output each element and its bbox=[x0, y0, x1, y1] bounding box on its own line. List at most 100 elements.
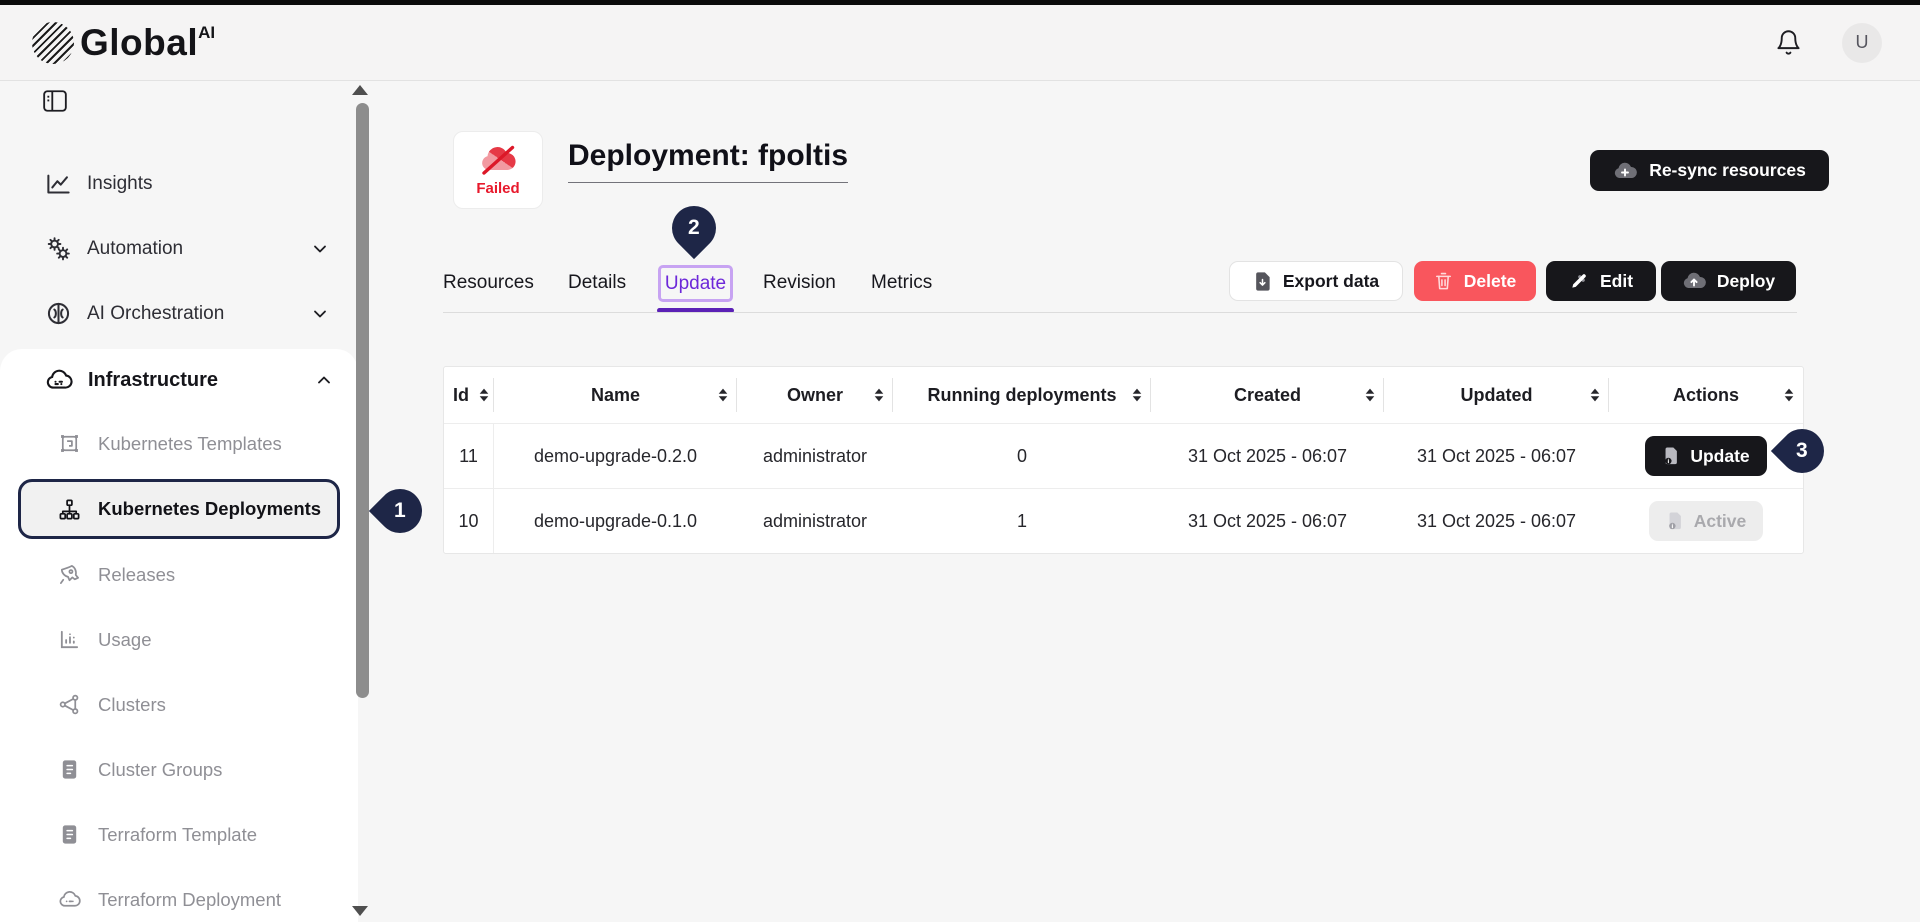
pen-icon bbox=[1569, 271, 1589, 291]
cloud-off-icon bbox=[478, 143, 518, 177]
tab-metrics[interactable]: Metrics bbox=[871, 272, 932, 294]
tabs-divider bbox=[443, 312, 1797, 313]
deployment-hierarchy-icon bbox=[58, 498, 81, 521]
sort-icon[interactable] bbox=[478, 388, 490, 403]
row-update-button[interactable]: Update bbox=[1645, 436, 1766, 476]
brain-icon bbox=[45, 300, 72, 327]
brand-logo-icon bbox=[32, 22, 74, 64]
table-row: 11 demo-upgrade-0.2.0 administrator 0 31… bbox=[444, 423, 1803, 488]
column-header-id: Id bbox=[444, 367, 494, 423]
file-info-icon bbox=[1666, 511, 1683, 531]
rocket-icon bbox=[58, 563, 81, 586]
sidebar-item-label: Terraform Template bbox=[98, 824, 257, 846]
column-header-name: Name bbox=[494, 367, 737, 423]
sidebar-item-label: Kubernetes Deployments bbox=[98, 498, 321, 520]
status-badge-label: Failed bbox=[476, 180, 519, 197]
tab-resources[interactable]: Resources bbox=[443, 272, 534, 294]
resync-resources-button[interactable]: Re-sync resources bbox=[1590, 150, 1829, 191]
cell-actions: Update bbox=[1609, 424, 1803, 488]
row-active-button[interactable]: Active bbox=[1649, 501, 1764, 541]
resync-resources-label: Re-sync resources bbox=[1649, 160, 1806, 181]
chart-line-icon bbox=[45, 170, 72, 197]
gears-icon bbox=[45, 235, 72, 262]
tab-revision[interactable]: Revision bbox=[763, 272, 836, 294]
annotation-step-1: 1 bbox=[369, 480, 431, 542]
deploy-button[interactable]: Deploy bbox=[1661, 261, 1796, 301]
sidebar-item-label: Automation bbox=[87, 238, 183, 260]
cloud-icon bbox=[45, 366, 73, 394]
sidebar-toggle-icon[interactable] bbox=[42, 89, 68, 113]
chevron-down-icon bbox=[310, 304, 330, 324]
sidebar-item-kubernetes-templates[interactable]: Kubernetes Templates bbox=[0, 411, 358, 476]
notebook-icon bbox=[58, 823, 81, 846]
chevron-down-icon bbox=[310, 239, 330, 259]
notebook-icon bbox=[58, 758, 81, 781]
sidebar-item-clusters[interactable]: Clusters bbox=[0, 672, 358, 737]
cell-running-deployments: 0 bbox=[893, 424, 1151, 488]
sort-icon[interactable] bbox=[1364, 388, 1376, 403]
cell-created: 31 Oct 2025 - 06:07 bbox=[1151, 489, 1384, 553]
cell-created: 31 Oct 2025 - 06:07 bbox=[1151, 424, 1384, 488]
sidebar-scroll-up-arrow[interactable] bbox=[352, 85, 368, 95]
export-data-label: Export data bbox=[1283, 271, 1379, 292]
sidebar-item-infrastructure[interactable]: Infrastructure bbox=[0, 349, 358, 411]
sidebar-top-nav: Insights Automation bbox=[0, 151, 356, 346]
user-avatar[interactable]: U bbox=[1842, 23, 1882, 63]
sidebar-item-releases[interactable]: Releases bbox=[0, 542, 358, 607]
app-window: Global AI U bbox=[0, 0, 1920, 922]
sidebar-item-cluster-groups[interactable]: Cluster Groups bbox=[0, 737, 358, 802]
sidebar-item-label: Releases bbox=[98, 564, 175, 586]
delete-button[interactable]: Delete bbox=[1414, 261, 1536, 301]
column-header-running-deployments: Running deployments bbox=[893, 367, 1151, 423]
sidebar-item-label: Insights bbox=[87, 173, 152, 195]
tab-update[interactable]: Update bbox=[658, 265, 733, 302]
cell-updated: 31 Oct 2025 - 06:07 bbox=[1384, 489, 1609, 553]
sort-icon[interactable] bbox=[717, 388, 729, 403]
edit-label: Edit bbox=[1600, 271, 1633, 292]
cell-owner: administrator bbox=[737, 489, 893, 553]
sidebar-item-terraform-template[interactable]: Terraform Template bbox=[0, 802, 358, 867]
sidebar-item-label: AI Orchestration bbox=[87, 303, 224, 325]
delete-label: Delete bbox=[1464, 271, 1517, 292]
column-header-created: Created bbox=[1151, 367, 1384, 423]
file-info-icon bbox=[1662, 446, 1679, 466]
sort-icon[interactable] bbox=[1783, 388, 1795, 403]
export-data-button[interactable]: Export data bbox=[1229, 261, 1403, 301]
sort-icon[interactable] bbox=[1131, 388, 1143, 403]
edit-button[interactable]: Edit bbox=[1546, 261, 1656, 301]
sidebar-item-insights[interactable]: Insights bbox=[0, 151, 356, 216]
cell-updated: 31 Oct 2025 - 06:07 bbox=[1384, 424, 1609, 488]
status-badge: Failed bbox=[453, 131, 543, 209]
sidebar-item-terraform-deployment[interactable]: Terraform Deployment bbox=[0, 867, 358, 922]
cloud-plus-icon bbox=[1613, 161, 1637, 181]
sidebar-item-label: Usage bbox=[98, 629, 151, 651]
column-header-actions: Actions bbox=[1609, 367, 1803, 423]
column-header-updated: Updated bbox=[1384, 367, 1609, 423]
notifications-bell-icon[interactable] bbox=[1775, 29, 1802, 56]
sidebar-item-ai-orchestration[interactable]: AI Orchestration bbox=[0, 281, 356, 346]
sidebar-item-usage[interactable]: Usage bbox=[0, 607, 358, 672]
tab-details[interactable]: Details bbox=[568, 272, 626, 294]
sort-icon[interactable] bbox=[1589, 388, 1601, 403]
annotation-step-2: 2 bbox=[663, 197, 725, 259]
sidebar-infrastructure-section: Infrastructure Kubernetes Templates bbox=[0, 349, 358, 922]
trash-icon bbox=[1434, 271, 1453, 292]
cloud-upload-icon bbox=[1682, 271, 1706, 291]
row-update-label: Update bbox=[1690, 446, 1749, 467]
sidebar-item-automation[interactable]: Automation bbox=[0, 216, 356, 281]
chevron-up-icon bbox=[314, 370, 334, 390]
page-title: Deployment: fpoltis bbox=[568, 139, 848, 183]
template-frame-icon bbox=[58, 432, 81, 455]
column-header-owner: Owner bbox=[737, 367, 893, 423]
sidebar-scroll-down-arrow[interactable] bbox=[352, 906, 368, 916]
sidebar-item-kubernetes-deployments[interactable]: Kubernetes Deployments bbox=[18, 479, 340, 539]
sidebar-scrollbar-thumb[interactable] bbox=[356, 103, 369, 698]
sidebar-item-label: Cluster Groups bbox=[98, 759, 222, 781]
deployments-table: Id Name Owner Running deployments bbox=[443, 366, 1804, 554]
brand-logo: Global AI bbox=[32, 22, 215, 64]
sidebar: Insights Automation bbox=[0, 81, 373, 922]
sort-icon[interactable] bbox=[873, 388, 885, 403]
header-actions: U bbox=[1775, 23, 1882, 63]
app-header: Global AI U bbox=[0, 5, 1920, 80]
cell-running-deployments: 1 bbox=[893, 489, 1151, 553]
